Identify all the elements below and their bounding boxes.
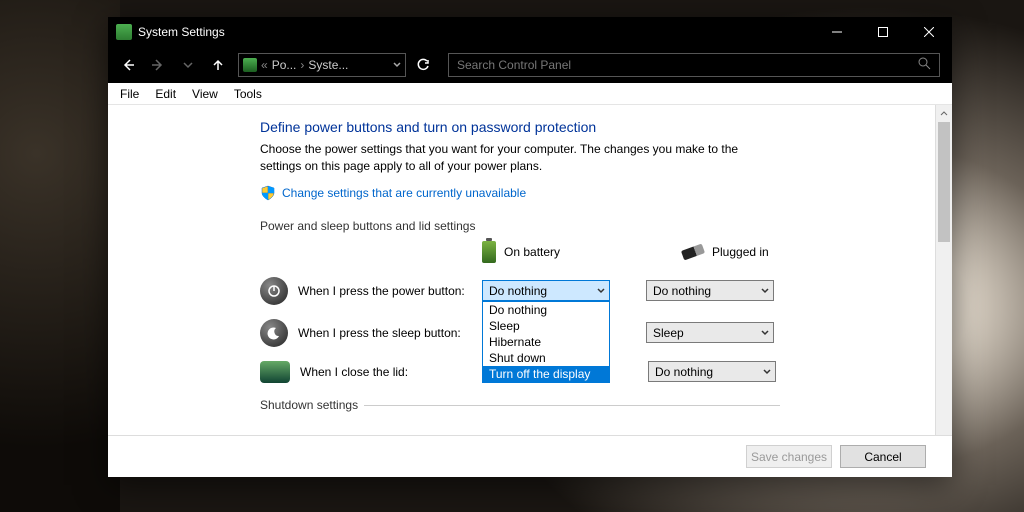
page-description: Choose the power settings that you want … bbox=[260, 141, 780, 175]
opt-hibernate[interactable]: Hibernate bbox=[483, 334, 609, 350]
power-battery-combo[interactable]: Do nothing Do nothing Sleep Hibernate Sh… bbox=[482, 280, 610, 301]
search-icon bbox=[918, 57, 931, 73]
content-pane: Define power buttons and turn on passwor… bbox=[108, 105, 935, 435]
system-settings-window: System Settings « Po... › Syste... Searc… bbox=[108, 17, 952, 477]
breadcrumb-2[interactable]: Syste... bbox=[308, 58, 348, 72]
row-power-label: When I press the power button: bbox=[298, 284, 482, 298]
plug-icon bbox=[681, 243, 705, 260]
change-settings-link[interactable]: Change settings that are currently unava… bbox=[282, 186, 526, 200]
lid-icon bbox=[260, 361, 290, 383]
col-on-battery: On battery bbox=[504, 245, 560, 259]
opt-turn-off-display[interactable]: Turn off the display bbox=[483, 366, 609, 382]
forward-button[interactable] bbox=[144, 51, 172, 79]
chevron-down-icon bbox=[761, 284, 769, 298]
sleep-button-icon bbox=[260, 319, 288, 347]
menu-tools[interactable]: Tools bbox=[228, 85, 268, 103]
power-icon bbox=[243, 58, 257, 72]
chevron-down-icon bbox=[761, 326, 769, 340]
power-button-icon bbox=[260, 277, 288, 305]
address-dropdown-icon[interactable] bbox=[393, 58, 401, 72]
row-lid-label: When I close the lid: bbox=[300, 365, 484, 379]
window-title: System Settings bbox=[138, 25, 225, 39]
back-button[interactable] bbox=[114, 51, 142, 79]
opt-shut-down[interactable]: Shut down bbox=[483, 350, 609, 366]
chevron-down-icon bbox=[763, 365, 771, 379]
lid-plugged-combo[interactable]: Do nothing bbox=[648, 361, 776, 382]
power-battery-dropdown: Do nothing Sleep Hibernate Shut down Tur… bbox=[482, 301, 610, 383]
row-sleep-label: When I press the sleep button: bbox=[298, 326, 482, 340]
up-button[interactable] bbox=[204, 51, 232, 79]
titlebar[interactable]: System Settings bbox=[108, 17, 952, 47]
opt-do-nothing[interactable]: Do nothing bbox=[483, 302, 609, 318]
row-power-button: When I press the power button: Do nothin… bbox=[260, 277, 917, 305]
app-icon bbox=[116, 24, 132, 40]
shield-icon bbox=[260, 185, 276, 201]
col-plugged-in: Plugged in bbox=[712, 245, 769, 259]
opt-sleep[interactable]: Sleep bbox=[483, 318, 609, 334]
refresh-button[interactable] bbox=[408, 51, 438, 79]
scrollbar-thumb[interactable] bbox=[938, 122, 950, 242]
menubar: File Edit View Tools bbox=[108, 83, 952, 105]
menu-edit[interactable]: Edit bbox=[149, 85, 182, 103]
address-bar[interactable]: « Po... › Syste... bbox=[238, 53, 406, 77]
close-button[interactable] bbox=[906, 17, 952, 47]
menu-file[interactable]: File bbox=[114, 85, 145, 103]
sleep-plugged-combo[interactable]: Sleep bbox=[646, 322, 774, 343]
chevron-down-icon bbox=[597, 284, 605, 298]
page-title: Define power buttons and turn on passwor… bbox=[260, 119, 917, 135]
chevron-left-icon: « bbox=[261, 58, 268, 72]
chevron-right-icon: › bbox=[300, 58, 304, 72]
recent-dropdown[interactable] bbox=[174, 51, 202, 79]
save-button[interactable]: Save changes bbox=[746, 445, 832, 468]
menu-view[interactable]: View bbox=[186, 85, 224, 103]
minimize-button[interactable] bbox=[814, 17, 860, 47]
power-plugged-combo[interactable]: Do nothing bbox=[646, 280, 774, 301]
footer: Save changes Cancel bbox=[108, 435, 952, 477]
vertical-scrollbar[interactable] bbox=[935, 105, 952, 435]
section-power-sleep: Power and sleep buttons and lid settings bbox=[260, 219, 917, 233]
nav-toolbar: « Po... › Syste... Search Control Panel bbox=[108, 47, 952, 83]
scroll-up-icon[interactable] bbox=[936, 105, 952, 122]
maximize-button[interactable] bbox=[860, 17, 906, 47]
search-input[interactable]: Search Control Panel bbox=[448, 53, 940, 77]
breadcrumb-1[interactable]: Po... bbox=[272, 58, 297, 72]
cancel-button[interactable]: Cancel bbox=[840, 445, 926, 468]
section-shutdown: Shutdown settings bbox=[260, 398, 364, 412]
battery-icon bbox=[482, 241, 496, 263]
search-placeholder: Search Control Panel bbox=[457, 58, 918, 72]
